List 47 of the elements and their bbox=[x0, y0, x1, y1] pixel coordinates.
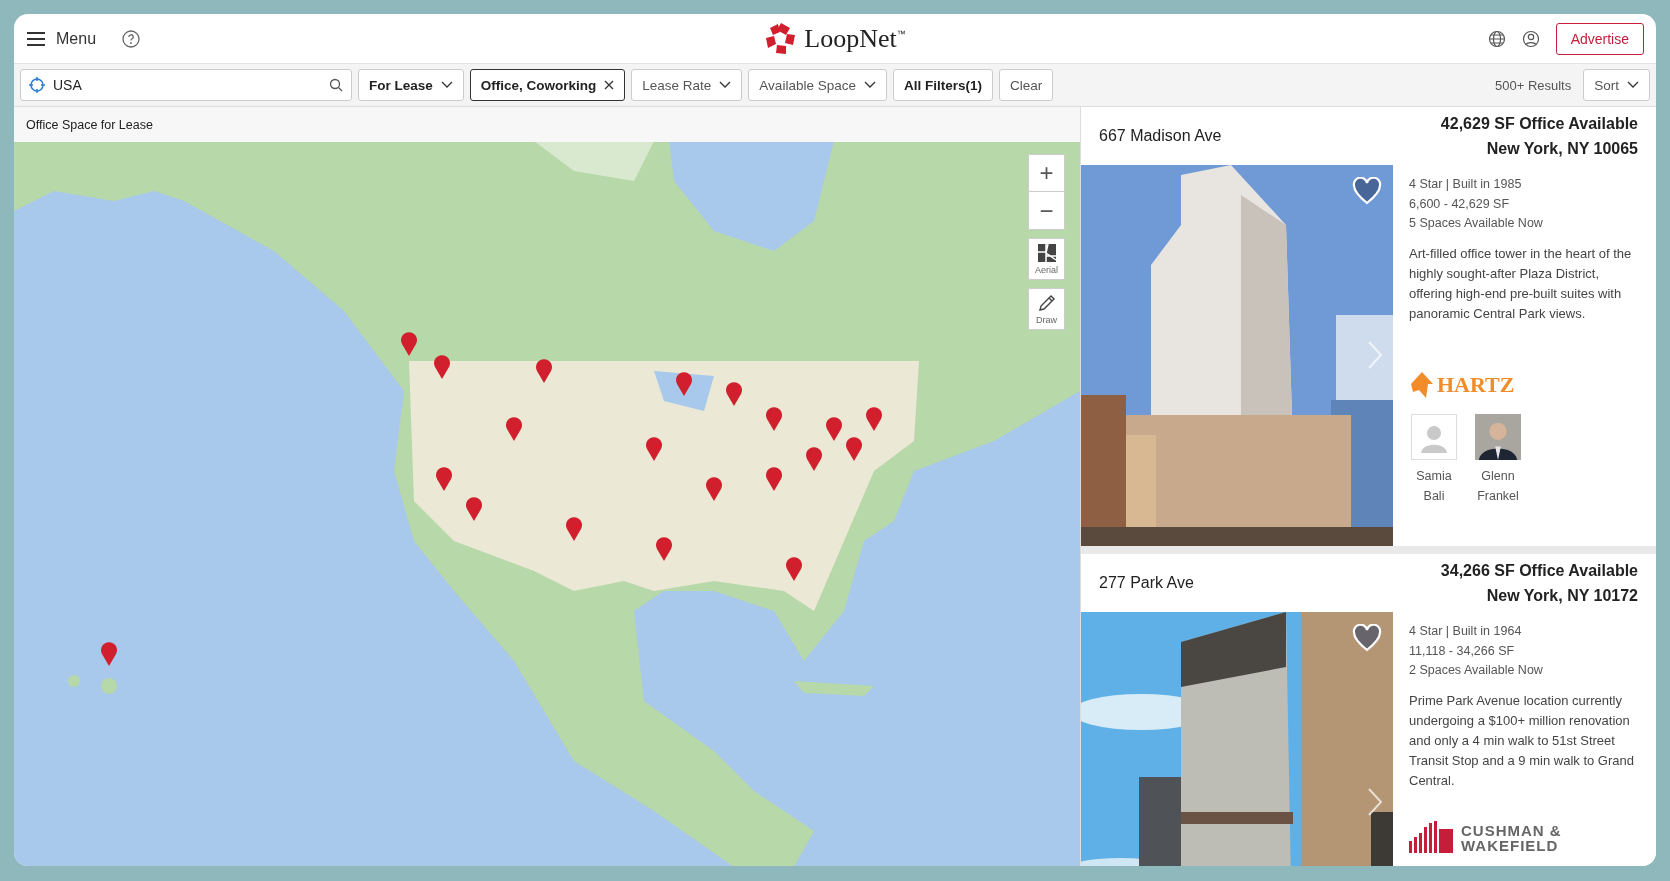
bars-logo-icon bbox=[1409, 820, 1453, 853]
menu-icon[interactable] bbox=[26, 30, 46, 47]
results-count: 500+ Results bbox=[1495, 77, 1572, 93]
listing-location: New York, NY 10172 bbox=[1486, 586, 1638, 606]
listing-fact: 5 Spaces Available Now bbox=[1409, 215, 1544, 232]
brand-logo-text: WAKEFIELD bbox=[1461, 837, 1560, 853]
search-field[interactable]: USA bbox=[20, 69, 352, 101]
listing-fact: 11,118 - 34,266 SF bbox=[1409, 642, 1516, 660]
chevron-down-icon bbox=[1627, 81, 1639, 89]
filter-chip[interactable]: Office, Coworking bbox=[469, 69, 626, 101]
broker-name[interactable]: Glenn Frankel bbox=[1477, 465, 1519, 506]
listing-fact: 4 Star | Built in 1985 bbox=[1409, 176, 1523, 193]
chevron-down-icon bbox=[719, 81, 732, 89]
close-icon[interactable] bbox=[604, 80, 615, 90]
location-icon bbox=[29, 77, 45, 93]
advertise-button[interactable]: Advertise bbox=[1555, 22, 1644, 55]
globe-icon[interactable] bbox=[1487, 29, 1506, 48]
listing-address[interactable]: 667 Madison Ave bbox=[1099, 127, 1222, 145]
heart-icon[interactable] bbox=[1352, 177, 1382, 205]
filter-button[interactable]: Clear bbox=[998, 69, 1054, 101]
listing-location: New York, NY 10065 bbox=[1486, 139, 1638, 159]
search-icon[interactable] bbox=[329, 78, 343, 92]
listing-fact: 6,600 - 42,629 SF bbox=[1409, 195, 1511, 213]
logo-name[interactable]: LoopNet$^{™}$ bbox=[804, 23, 906, 54]
filter-dropdown[interactable]: Lease Rate bbox=[631, 69, 743, 101]
listing-fact: 2 Spaces Available Now bbox=[1409, 662, 1544, 679]
chevron-down-icon bbox=[440, 81, 453, 89]
filter-dropdown[interactable]: Available Space bbox=[748, 69, 887, 101]
person-icon bbox=[1421, 424, 1447, 453]
listing-description: Prime Park Avenue location currently undergoing a $100+ million renovation and only a 4 min walk to 51st Street Transit Stop and a 9 min walk to Grand Central. bbox=[1409, 691, 1635, 790]
brand-logo-text: CUSHMAN & bbox=[1461, 822, 1562, 838]
map-heading: Office Space for Lease bbox=[26, 117, 153, 132]
help-icon[interactable] bbox=[122, 29, 141, 48]
filter-dropdown[interactable]: For Lease bbox=[358, 69, 464, 101]
broker-name[interactable]: Samia Bali bbox=[1416, 465, 1452, 506]
filter-button[interactable]: All Filters(1) bbox=[892, 69, 993, 101]
listing-address[interactable]: 277 Park Ave bbox=[1099, 574, 1194, 592]
listing-headline: 34,266 SF Office Available bbox=[1440, 561, 1638, 581]
listing-fact: 4 Star | Built in 1964 bbox=[1409, 623, 1523, 640]
menu-label[interactable]: Menu bbox=[56, 29, 97, 48]
sort-dropdown[interactable]: Sort bbox=[1583, 69, 1650, 101]
brand-logo-text: HARTZ bbox=[1437, 371, 1515, 398]
listing-description: Art-filled office tower in the heart of the highly sought-after Plaza District, offering high-end pre-built suites with panoramic Central Park views. bbox=[1409, 244, 1633, 323]
listing-headline: 42,629 SF Office Available bbox=[1440, 114, 1638, 134]
chevron-down-icon bbox=[863, 81, 876, 89]
heart-icon[interactable] bbox=[1352, 624, 1382, 652]
user-icon[interactable] bbox=[1521, 29, 1540, 48]
